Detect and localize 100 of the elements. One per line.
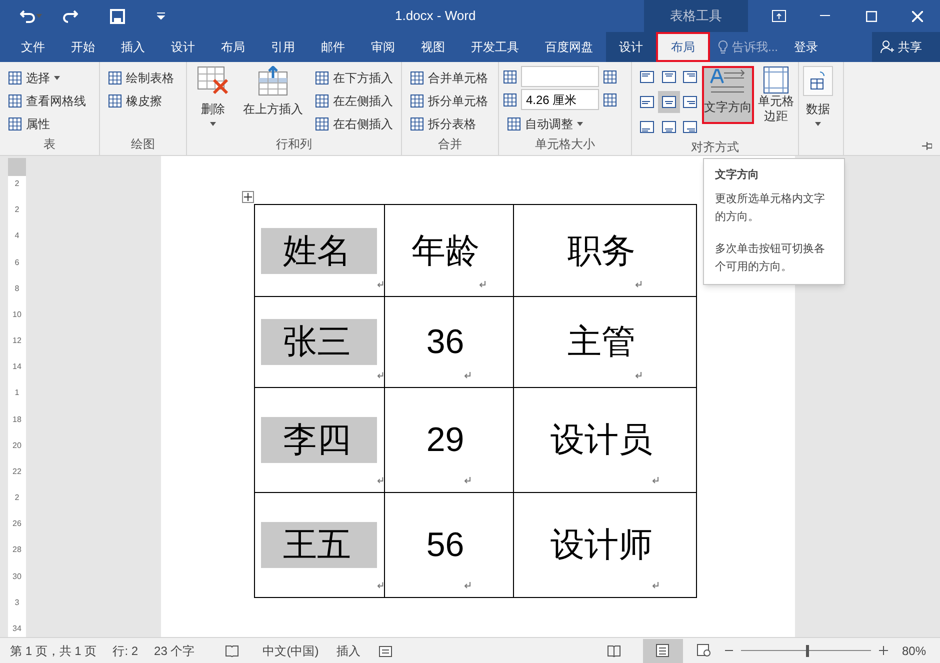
language[interactable]: 中文(中国): [262, 642, 319, 660]
word-count[interactable]: 23 个字: [154, 642, 195, 660]
cell-margins-icon: [763, 66, 789, 94]
ruler-number: 34: [12, 624, 22, 633]
ruler-number: 2: [14, 206, 20, 214]
sign-in-link[interactable]: 登录: [786, 32, 826, 62]
zoom-in-icon[interactable]: [878, 646, 888, 655]
ribbon-button[interactable]: 拆分单元格: [406, 89, 492, 112]
move-handle-icon[interactable]: [242, 191, 254, 203]
ribbon-button[interactable]: 选择: [4, 66, 90, 89]
line-number: 行: 2: [112, 642, 138, 660]
share-button[interactable]: 共享: [872, 32, 940, 62]
table-grid-icon: [8, 94, 22, 108]
tooltip-title: 文字方向: [715, 168, 760, 183]
zoom-slider[interactable]: [740, 644, 871, 656]
table-grid-icon: [315, 116, 329, 130]
ribbon-tab[interactable]: 引用: [258, 32, 308, 62]
paragraph-mark-icon: [464, 477, 472, 484]
ribbon-tab[interactable]: 百度网盘: [532, 32, 606, 62]
table-grid-icon: [410, 70, 424, 84]
ruler-number: 14: [12, 363, 22, 372]
paragraph-mark-icon: [464, 372, 472, 379]
ribbon-tab[interactable]: 邮件: [308, 32, 358, 62]
cell-text: 主管: [567, 322, 636, 363]
group-label: 行和列: [275, 136, 313, 153]
tell-me-button[interactable]: 告诉我...: [710, 32, 786, 62]
height-field[interactable]: [521, 66, 599, 87]
lightbulb-icon: [718, 40, 728, 54]
caret-icon: [36, 14, 42, 18]
ribbon-tab[interactable]: 布局: [208, 32, 258, 62]
ruler-number: 22: [12, 468, 22, 476]
ribbon-tab[interactable]: 插入: [108, 32, 158, 62]
ribbon-button[interactable]: 在右侧插入: [311, 112, 397, 135]
data-icon: [803, 66, 833, 96]
width-field[interactable]: 4.26 厘米: [521, 89, 599, 110]
ribbon-tab[interactable]: 审阅: [358, 32, 408, 62]
paragraph-mark-icon: [377, 582, 384, 589]
ribbon-button[interactable]: 拆分表格: [406, 112, 492, 135]
table-grid-icon: [315, 70, 329, 84]
page-count[interactable]: 第 1 页，共 1 页: [10, 642, 97, 660]
data-button[interactable]: 数据: [803, 66, 833, 135]
zoom-thumb[interactable]: [806, 644, 809, 656]
undo-icon[interactable]: [20, 9, 36, 23]
cell-text: 年龄: [411, 230, 480, 272]
paragraph-mark-icon: [635, 281, 642, 288]
ruler-number: 10: [12, 310, 22, 319]
ribbon-button[interactable]: 合并单元格: [406, 66, 492, 89]
cell-margins-button[interactable]: 单元格 边距: [758, 66, 794, 138]
ribbon-tab[interactable]: 设计: [158, 32, 208, 62]
zoom-level[interactable]: 80%: [902, 642, 926, 660]
group-label: 表: [42, 136, 56, 153]
insert-above-button[interactable]: 在上方插入: [239, 66, 307, 135]
customize-caret-icon[interactable]: [157, 12, 165, 20]
table-grid-icon: [8, 70, 22, 84]
align-button[interactable]: [658, 91, 680, 113]
insert-mode[interactable]: 插入: [336, 642, 361, 660]
ribbon-tab[interactable]: 布局: [656, 32, 710, 62]
ribbon-button[interactable]: 绘制表格: [104, 66, 178, 89]
ribbon-button[interactable]: 橡皮擦: [104, 89, 178, 112]
ribbon-tab[interactable]: 设计: [606, 32, 656, 62]
ribbon-tab[interactable]: 视图: [408, 32, 458, 62]
ribbon-tab[interactable]: 文件: [8, 32, 58, 62]
delete-button[interactable]: 删除: [191, 66, 235, 135]
ruler-number: 30: [12, 572, 22, 581]
redo-icon[interactable]: [62, 9, 78, 23]
ribbon-button[interactable]: 在下方插入: [311, 66, 397, 89]
cell-text: 36: [426, 322, 464, 363]
proofing-book-icon[interactable]: [224, 644, 239, 656]
save-icon[interactable]: [110, 8, 125, 24]
group-label: 单元格大小: [534, 136, 596, 153]
context-group-label: 表格工具: [644, 0, 748, 32]
ruler-number: 12: [12, 337, 22, 346]
align-lines-icon: [662, 71, 676, 83]
minimize-icon: [820, 15, 830, 17]
pin-icon[interactable]: [922, 142, 932, 150]
ruler-number: 6: [14, 258, 20, 267]
group-label: 绘图: [130, 136, 156, 153]
caret-icon: [815, 122, 821, 126]
ribbon-button[interactable]: 在左侧插入: [311, 89, 397, 112]
paragraph-mark-icon: [377, 477, 384, 484]
print-layout-button[interactable]: [642, 638, 683, 662]
text-direction-button[interactable]: 文字方向: [702, 66, 754, 124]
ribbon-tab[interactable]: 开发工具: [458, 32, 532, 62]
ribbon-button[interactable]: 属性: [4, 112, 90, 135]
ribbon-button[interactable]: 自动调整: [503, 112, 617, 135]
web-layout-icon[interactable]: [696, 644, 711, 657]
tooltip-text: 多次单击按钮可切换各个可用的方向。: [715, 242, 826, 274]
paragraph-mark-icon: [464, 582, 472, 589]
ribbon-button[interactable]: 查看网格线: [4, 89, 90, 112]
macro-icon[interactable]: [378, 644, 392, 657]
align-lines-icon: [662, 96, 676, 108]
group-label: 对齐方式: [690, 139, 740, 156]
ruler-number: 26: [12, 520, 22, 528]
read-mode-icon[interactable]: [606, 644, 621, 656]
ruler-number: 4: [14, 232, 20, 240]
table-grid-icon: [108, 70, 122, 84]
ruler-number: 3: [14, 598, 20, 607]
table-grid-icon: [410, 94, 424, 108]
paragraph-mark-icon: [635, 372, 642, 379]
ribbon-tab[interactable]: 开始: [58, 32, 108, 62]
